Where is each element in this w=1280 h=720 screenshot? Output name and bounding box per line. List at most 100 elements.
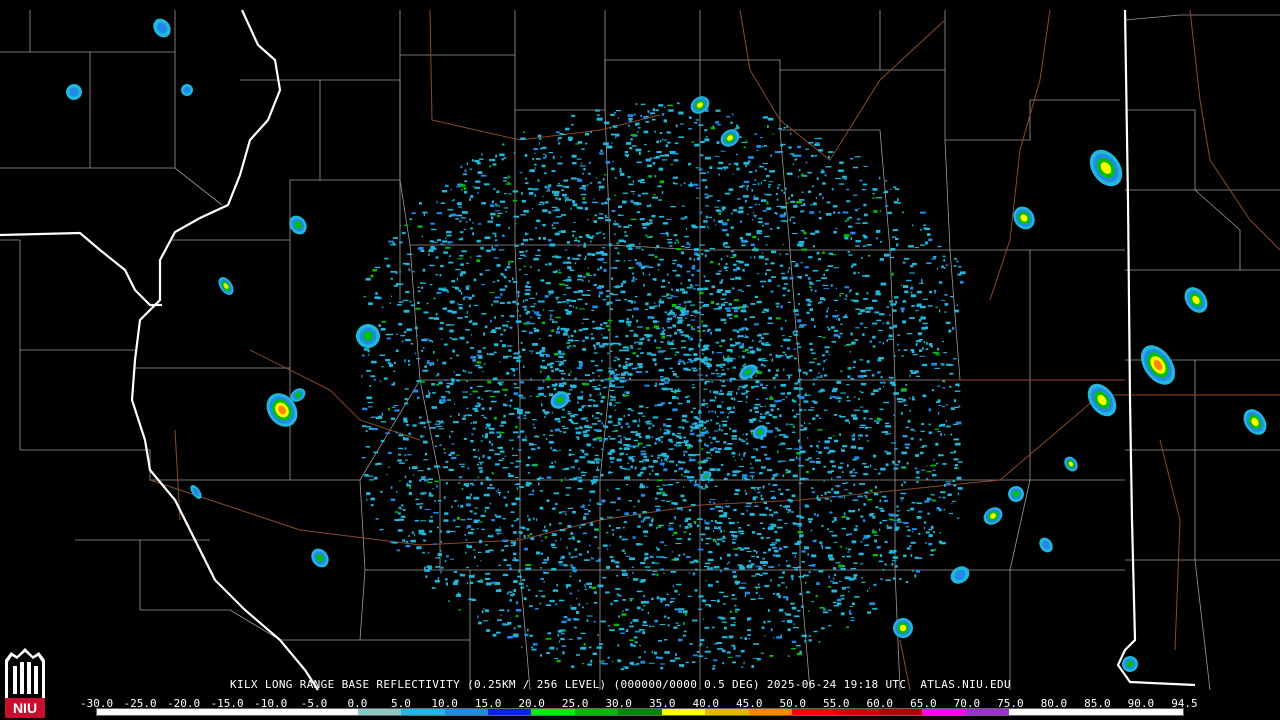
- echo-pixel: [798, 168, 801, 172]
- echo-pixel: [686, 286, 693, 289]
- echo-pixel: [536, 158, 541, 160]
- echo-pixel: [590, 337, 595, 340]
- echo-pixel: [625, 334, 629, 338]
- echo-pixel: [744, 591, 750, 595]
- echo-pixel: [676, 316, 683, 319]
- echo-pixel: [701, 448, 704, 451]
- echo-pixel: [729, 256, 735, 258]
- echo-pixel: [539, 490, 544, 492]
- echo-pixel: [609, 402, 612, 405]
- echo-pixel: [621, 282, 624, 286]
- echo-pixel: [401, 340, 404, 343]
- echo-pixel: [840, 568, 846, 571]
- echo-pixel: [934, 291, 936, 294]
- echo-pixel: [481, 528, 485, 530]
- echo-pixel: [762, 572, 768, 575]
- echo-pixel: [828, 531, 834, 533]
- echo-pixel: [600, 620, 606, 623]
- echo-pixel: [723, 266, 729, 268]
- echo-pixel: [545, 282, 551, 285]
- echo-pixel: [684, 421, 689, 423]
- echo-pixel: [699, 291, 704, 295]
- echo-pixel: [430, 427, 436, 429]
- echo-pixel: [835, 491, 838, 495]
- echo-pixel: [742, 268, 745, 272]
- echo-pixel: [500, 424, 503, 427]
- echo-pixel: [437, 577, 440, 580]
- echo-pixel: [886, 526, 892, 529]
- echo-pixel: [852, 433, 856, 435]
- echo-pixel: [674, 470, 677, 473]
- echo-pixel: [887, 211, 892, 215]
- echo-pixel: [610, 501, 616, 504]
- echo-pixel: [798, 240, 805, 244]
- echo-pixel: [584, 583, 586, 586]
- echo-pixel: [874, 311, 880, 314]
- echo-pixel: [684, 612, 687, 616]
- echo-pixel: [864, 327, 868, 329]
- echo-pixel: [632, 276, 635, 280]
- echo-pixel: [653, 157, 659, 159]
- echo-pixel: [829, 511, 833, 514]
- echo-pixel: [758, 217, 763, 220]
- echo-pixel: [698, 439, 702, 443]
- echo-pixel: [612, 160, 614, 163]
- echo-pixel: [956, 476, 962, 480]
- echo-pixel: [771, 542, 778, 544]
- echo-pixel: [480, 440, 483, 442]
- echo-pixel: [608, 370, 615, 373]
- echo-pixel: [533, 427, 536, 429]
- echo-pixel: [364, 474, 369, 477]
- echo-pixel: [632, 145, 637, 147]
- echo-pixel: [616, 509, 620, 511]
- echo-pixel: [498, 459, 504, 461]
- echo-pixel: [672, 316, 676, 318]
- echo-pixel: [702, 353, 704, 355]
- echo-pixel: [914, 574, 917, 578]
- echo-pixel: [499, 153, 505, 157]
- echo-pixel: [525, 250, 528, 253]
- echo-pixel: [484, 506, 490, 509]
- echo-pixel: [614, 111, 617, 114]
- echo-pixel: [511, 524, 514, 527]
- echo-pixel: [673, 234, 678, 237]
- echo-pixel: [541, 164, 546, 168]
- echo-pixel: [848, 509, 851, 513]
- echo-pixel: [805, 148, 809, 150]
- echo-pixel: [583, 188, 586, 191]
- echo-pixel: [504, 285, 508, 288]
- echo-pixel: [726, 219, 730, 222]
- echo-pixel: [849, 470, 853, 474]
- echo-pixel: [404, 398, 408, 401]
- echo-pixel: [617, 251, 620, 255]
- echo-pixel: [860, 370, 866, 373]
- echo-pixel: [602, 299, 607, 301]
- echo-pixel: [497, 212, 503, 214]
- echo-pixel: [676, 507, 683, 510]
- echo-pixel: [527, 515, 529, 518]
- echo-pixel: [956, 467, 959, 470]
- echo-pixel: [676, 432, 681, 435]
- echo-pixel: [577, 401, 579, 404]
- echo-pixel: [750, 243, 755, 247]
- echo-pixel: [502, 143, 505, 146]
- echo-pixel: [470, 227, 473, 230]
- echo-pixel: [737, 400, 743, 402]
- echo-pixel: [471, 599, 477, 602]
- echo-pixel: [732, 329, 738, 332]
- echo-pixel: [570, 606, 577, 610]
- echo-pixel: [909, 272, 915, 274]
- echo-pixel: [420, 520, 426, 522]
- echo-pixel: [770, 290, 774, 293]
- echo-pixel: [667, 294, 672, 296]
- echo-pixel: [572, 556, 578, 558]
- echo-pixel: [648, 465, 654, 468]
- echo-pixel: [555, 360, 558, 363]
- echo-pixel: [405, 545, 411, 548]
- echo-pixel: [853, 271, 856, 275]
- echo-pixel: [819, 541, 823, 544]
- echo-pixel: [566, 586, 568, 589]
- echo-pixel: [645, 121, 649, 123]
- echo-pixel: [765, 457, 771, 460]
- echo-pixel: [708, 604, 711, 608]
